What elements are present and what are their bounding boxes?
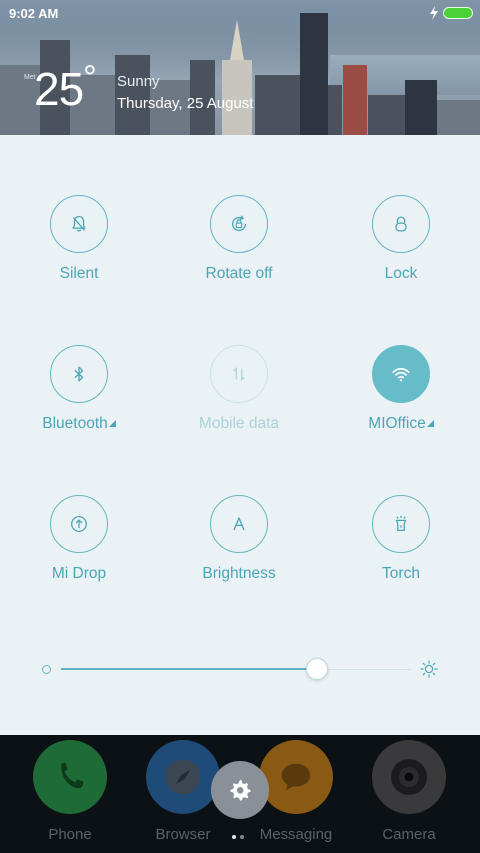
- skyline-building: [328, 85, 342, 135]
- toggle-label: Mobile data: [198, 415, 280, 432]
- slider-thumb[interactable]: [305, 658, 328, 680]
- toggle-silent[interactable]: Silent: [0, 195, 159, 305]
- wifi-network-label: MIOffice: [368, 415, 426, 432]
- toggle-circle[interactable]: [50, 195, 108, 253]
- toggle-label: Torch: [382, 565, 420, 582]
- app-icon[interactable]: [33, 740, 107, 814]
- skyline-building: [368, 95, 408, 135]
- app-label: Phone: [48, 826, 92, 843]
- toggle-label: Mi Drop: [51, 565, 107, 582]
- status-bar: 9:02 AM: [0, 0, 480, 28]
- sun-icon: [420, 660, 438, 678]
- toggle-mi-drop[interactable]: Mi Drop: [0, 495, 159, 605]
- toggle-brightness[interactable]: Brightness: [159, 495, 319, 605]
- weather-header: 9:02 AM Met 25° Sunny Thursday, 25 Augus…: [0, 0, 480, 135]
- degree-symbol: °: [83, 59, 97, 97]
- toggle-bluetooth[interactable]: Bluetooth: [0, 345, 159, 455]
- page-dot: [240, 835, 244, 839]
- app-label: Browser: [155, 826, 211, 843]
- toggle-circle[interactable]: [50, 345, 108, 403]
- toggle-circle[interactable]: [210, 495, 268, 553]
- skyline-building: [343, 65, 367, 135]
- toggle-circle[interactable]: [50, 495, 108, 553]
- toggle-label: Lock: [384, 265, 418, 282]
- toggle-label: Rotate off: [205, 265, 273, 282]
- toggle-mobile-data[interactable]: Mobile data: [159, 345, 319, 455]
- toggle-label: Bluetooth: [0, 415, 159, 433]
- slider-track[interactable]: [61, 658, 411, 680]
- app-label: Camera: [382, 826, 436, 843]
- brightness-slider[interactable]: [0, 655, 480, 685]
- toggle-torch[interactable]: Torch: [321, 495, 480, 605]
- skyline-building: [300, 13, 328, 135]
- toggle-circle[interactable]: [372, 495, 430, 553]
- page-dot-active: [232, 835, 236, 839]
- toggle-circle[interactable]: [210, 195, 268, 253]
- app-camera[interactable]: Camera: [359, 740, 459, 843]
- lightning-icon: [430, 6, 438, 20]
- gear-icon: [230, 780, 251, 801]
- bell-off-icon: [72, 216, 86, 232]
- toggle-lock[interactable]: Lock: [321, 195, 480, 305]
- battery-icon: [443, 7, 473, 19]
- skyline-building: [255, 75, 300, 135]
- flashlight-icon: [395, 515, 407, 532]
- toggle-label: Silent: [59, 265, 99, 282]
- app-label: Messaging: [259, 826, 333, 843]
- auto-brightness-icon: [233, 517, 245, 531]
- quick-settings-panel: Silent Rotate off Lock Bluetooth Mobile …: [0, 135, 480, 735]
- brightness-low-icon: [42, 665, 51, 674]
- toggle-circle[interactable]: [210, 345, 268, 403]
- temperature-value: 25: [34, 63, 84, 115]
- toggle-label: MIOffice: [321, 415, 480, 433]
- app-icon[interactable]: [146, 740, 220, 814]
- page-indicator: [232, 826, 252, 839]
- status-time: 9:02 AM: [9, 6, 59, 21]
- toggle-wifi[interactable]: MIOffice: [321, 345, 480, 455]
- toggle-circle[interactable]: [372, 345, 430, 403]
- skyline-building: [405, 80, 437, 135]
- lock-icon: [395, 216, 407, 232]
- expand-triangle-icon[interactable]: [108, 420, 116, 427]
- toggle-rotate[interactable]: Rotate off: [159, 195, 319, 305]
- app-phone[interactable]: Phone: [20, 740, 120, 843]
- bluetooth-label: Bluetooth: [42, 415, 108, 432]
- weather-condition: Sunny: [117, 73, 160, 90]
- mobile-data-icon: [233, 366, 245, 382]
- camera-icon: [391, 759, 427, 795]
- weather-date: Thursday, 25 August: [117, 95, 254, 112]
- toggle-circle[interactable]: [372, 195, 430, 253]
- phone-icon: [61, 762, 84, 789]
- rotate-lock-icon: [231, 215, 247, 232]
- settings-button[interactable]: [211, 761, 269, 819]
- compass-icon: [165, 759, 201, 795]
- app-icon[interactable]: [259, 740, 333, 814]
- app-icon[interactable]: [372, 740, 446, 814]
- skyline-building: [437, 100, 480, 135]
- chat-bubble-icon: [281, 763, 311, 791]
- wifi-icon: [392, 367, 410, 382]
- weather-temperature[interactable]: 25°: [34, 59, 97, 116]
- upload-icon: [71, 516, 87, 532]
- toggle-label: Brightness: [202, 565, 276, 582]
- bluetooth-icon: [74, 366, 84, 382]
- slider-fill: [61, 668, 317, 670]
- expand-triangle-icon[interactable]: [426, 420, 434, 427]
